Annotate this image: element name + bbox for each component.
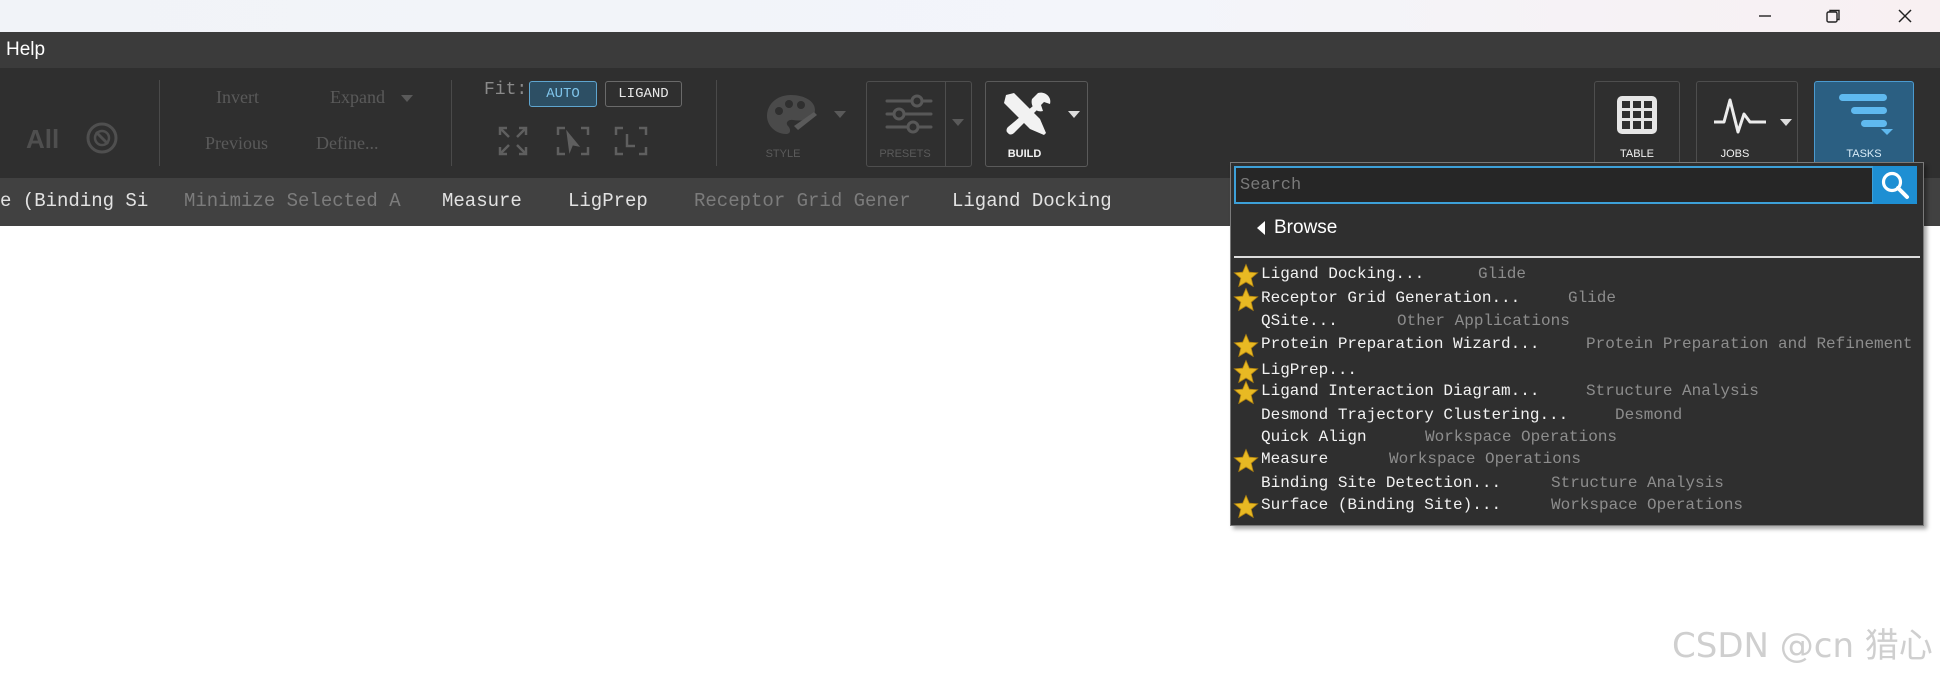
fit-ligand-button[interactable]: LIGAND	[605, 81, 682, 107]
restore-button[interactable]	[1810, 0, 1856, 32]
style-button[interactable]: STYLE	[745, 81, 851, 167]
task-category: Structure Analysis	[1551, 474, 1724, 492]
watermark: CSDN @cn 猎心	[1672, 626, 1933, 666]
task-category: Glide	[1568, 289, 1617, 307]
invert-button[interactable]: Invert	[216, 87, 259, 108]
build-label: BUILD	[1007, 148, 1042, 160]
define-button[interactable]: Define...	[316, 133, 378, 154]
task-result-item[interactable]: Protein Preparation Wizard... Protein Pre…	[1231, 333, 1921, 358]
task-title: Receptor Grid Generation...	[1261, 289, 1521, 307]
presets-button[interactable]: PRESETS	[866, 81, 972, 167]
task-title: Ligand Interaction Diagram...	[1261, 382, 1540, 400]
task-category: Workspace Operations	[1551, 496, 1744, 514]
task-category: Workspace Operations	[1389, 450, 1582, 468]
task-title: Protein Preparation Wizard...	[1261, 335, 1540, 353]
tasks-list-icon	[1839, 94, 1893, 135]
favorite-item[interactable]: Ligand Docking	[952, 190, 1112, 212]
fit-all-icon[interactable]	[497, 125, 529, 157]
expand-dropdown-icon	[401, 95, 413, 102]
task-title: QSite...	[1261, 312, 1338, 330]
task-category: Glide	[1478, 265, 1527, 283]
fit-selection-icon[interactable]	[555, 125, 591, 157]
fit-ligand-icon[interactable]	[613, 125, 649, 157]
palette-icon	[767, 95, 817, 134]
jobs-label: JOBS	[1720, 148, 1750, 160]
clear-selection-icon[interactable]	[84, 120, 120, 156]
task-result-item[interactable]: Surface (Binding Site)... Workspace Opera…	[1231, 494, 1921, 519]
favorite-item[interactable]: Minimize Selected A	[184, 190, 401, 212]
build-dropdown-icon	[1068, 111, 1080, 118]
jobs-button[interactable]: JOBS	[1696, 81, 1798, 167]
fit-auto-button[interactable]: AUTO	[529, 81, 597, 107]
task-result-item[interactable]: QSite... Other Applications	[1231, 310, 1921, 332]
jobs-dropdown-icon	[1780, 119, 1792, 126]
jobs-activity-icon	[1714, 98, 1766, 134]
window-title-bar	[0, 0, 1940, 32]
presets-label: PRESETS	[879, 148, 931, 160]
build-button[interactable]: BUILD	[985, 81, 1088, 167]
style-dropdown-icon	[834, 111, 846, 118]
tasks-dropdown: Browse Ligand Docking...GlideReceptor Gr…	[1230, 162, 1924, 526]
favorite-item[interactable]: Receptor Grid Gener	[694, 190, 911, 212]
close-icon	[1898, 9, 1912, 23]
favorite-item[interactable]: Measure	[442, 190, 522, 212]
task-result-item[interactable]: Desmond Trajectory Clustering... Desmond	[1231, 404, 1921, 426]
table-grid-icon	[1617, 96, 1657, 134]
fit-label: Fit:	[484, 80, 528, 100]
previous-button[interactable]: Previous	[205, 133, 268, 154]
search-button[interactable]	[1873, 166, 1917, 204]
task-title: Quick Align	[1261, 428, 1367, 446]
task-title: Ligand Docking...	[1261, 265, 1425, 283]
presets-dropdown-icon	[952, 119, 964, 126]
search-field	[1234, 166, 1874, 204]
task-result-item[interactable]: Ligand Docking... Glide	[1231, 263, 1921, 288]
select-all-button[interactable]: All	[26, 124, 59, 155]
task-result-item[interactable]: Binding Site Detection... Structure Analy…	[1231, 472, 1921, 494]
search-icon	[1881, 171, 1909, 199]
expand-button[interactable]: Expand	[330, 87, 385, 108]
task-title: LigPrep...	[1261, 361, 1358, 379]
menu-bar: Help	[0, 32, 1940, 68]
task-category: Workspace Operations	[1425, 428, 1618, 446]
task-result-item[interactable]: Measure Workspace Operations	[1231, 448, 1921, 473]
menu-help[interactable]: Help	[6, 39, 45, 61]
divider	[1234, 256, 1920, 258]
task-result-item[interactable]: LigPrep...	[1231, 359, 1921, 384]
task-category: Protein Preparation and Refinement	[1586, 335, 1913, 353]
task-title: Measure	[1261, 450, 1329, 468]
search-input[interactable]	[1240, 172, 1860, 198]
browse-link[interactable]: Browse	[1274, 217, 1337, 239]
task-title: Binding Site Detection...	[1261, 474, 1502, 492]
favorite-item[interactable]: e (Binding Si	[0, 190, 148, 212]
minimize-icon	[1759, 15, 1771, 17]
table-button[interactable]: TABLE	[1594, 81, 1680, 167]
style-label: STYLE	[765, 148, 801, 160]
task-result-item[interactable]: Ligand Interaction Diagram... Structure A…	[1231, 380, 1921, 405]
task-category: Other Applications	[1397, 312, 1570, 330]
task-title: Surface (Binding Site)...	[1261, 496, 1502, 514]
task-result-item[interactable]: Quick Align Workspace Operations	[1231, 426, 1921, 448]
close-button[interactable]	[1882, 0, 1928, 32]
tasks-label: TASKS	[1846, 148, 1882, 160]
favorite-star-icon[interactable]	[1233, 494, 1259, 524]
presets-sliders-icon	[885, 94, 933, 134]
task-category: Desmond	[1615, 406, 1683, 424]
table-label: TABLE	[1619, 148, 1655, 160]
task-category: Structure Analysis	[1586, 382, 1759, 400]
restore-icon	[1826, 9, 1840, 23]
browse-back-icon	[1257, 221, 1265, 235]
build-tools-icon	[1004, 92, 1051, 135]
task-title: Desmond Trajectory Clustering...	[1261, 406, 1569, 424]
minimize-button[interactable]	[1742, 0, 1788, 32]
tasks-button[interactable]: TASKS	[1814, 81, 1914, 167]
task-result-item[interactable]: Receptor Grid Generation... Glide	[1231, 287, 1921, 312]
favorite-item[interactable]: LigPrep	[568, 190, 648, 212]
